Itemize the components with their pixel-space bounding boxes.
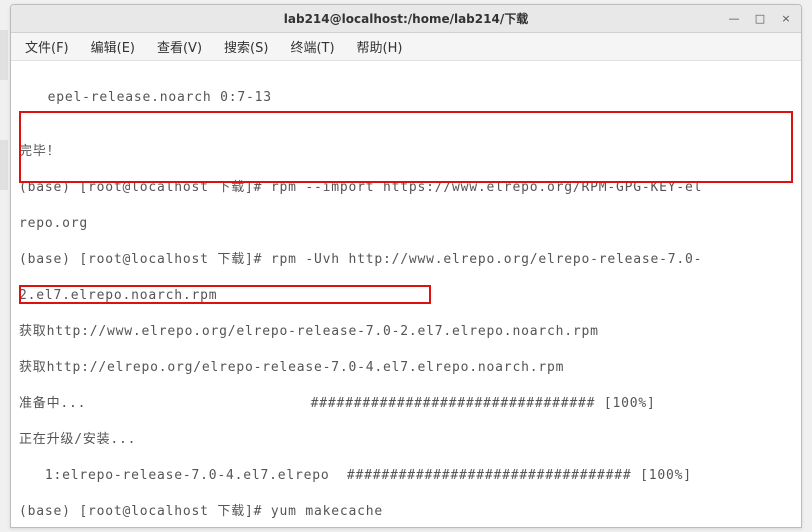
terminal-line: repo.org bbox=[11, 215, 801, 233]
close-button[interactable]: × bbox=[777, 9, 795, 27]
terminal-line: 完毕！ bbox=[11, 143, 801, 161]
maximize-button[interactable]: □ bbox=[751, 9, 769, 27]
terminal-line: (base) [root@localhost 下载]# rpm -Uvh htt… bbox=[11, 251, 801, 269]
terminal-line: 获取http://www.elrepo.org/elrepo-release-7… bbox=[11, 323, 801, 341]
window-title: lab214@localhost:/home/lab214/下载 bbox=[11, 10, 801, 27]
window-controls: — □ × bbox=[725, 9, 795, 27]
terminal-line: 正在升级/安装... bbox=[11, 431, 801, 449]
terminal-line: (base) [root@localhost 下载]# rpm --import… bbox=[11, 179, 801, 197]
terminal-line: 获取http://elrepo.org/elrepo-release-7.0-4… bbox=[11, 359, 801, 377]
desktop-background bbox=[0, 30, 8, 190]
titlebar[interactable]: lab214@localhost:/home/lab214/下载 — □ × bbox=[11, 5, 801, 33]
menubar: 文件(F) 编辑(E) 查看(V) 搜索(S) 终端(T) 帮助(H) bbox=[11, 33, 801, 61]
menu-terminal[interactable]: 终端(T) bbox=[286, 35, 338, 58]
menu-help[interactable]: 帮助(H) bbox=[353, 35, 407, 58]
menu-file[interactable]: 文件(F) bbox=[21, 35, 73, 58]
menu-edit[interactable]: 编辑(E) bbox=[87, 35, 139, 58]
minimize-button[interactable]: — bbox=[725, 9, 743, 27]
terminal-window: lab214@localhost:/home/lab214/下载 — □ × 文… bbox=[10, 4, 802, 528]
terminal-line: 2.el7.elrepo.noarch.rpm bbox=[11, 287, 801, 305]
menu-search[interactable]: 搜索(S) bbox=[220, 35, 272, 58]
terminal-line: 1:elrepo-release-7.0-4.el7.elrepo ######… bbox=[11, 467, 801, 485]
terminal-line: epel-release.noarch 0:7-13 bbox=[11, 89, 801, 107]
terminal-line: (base) [root@localhost 下载]# yum makecach… bbox=[11, 503, 801, 521]
menu-view[interactable]: 查看(V) bbox=[153, 35, 206, 58]
terminal-output[interactable]: epel-release.noarch 0:7-13 完毕！ (base) [r… bbox=[11, 61, 801, 527]
terminal-line: 准备中... #################################… bbox=[11, 395, 801, 413]
